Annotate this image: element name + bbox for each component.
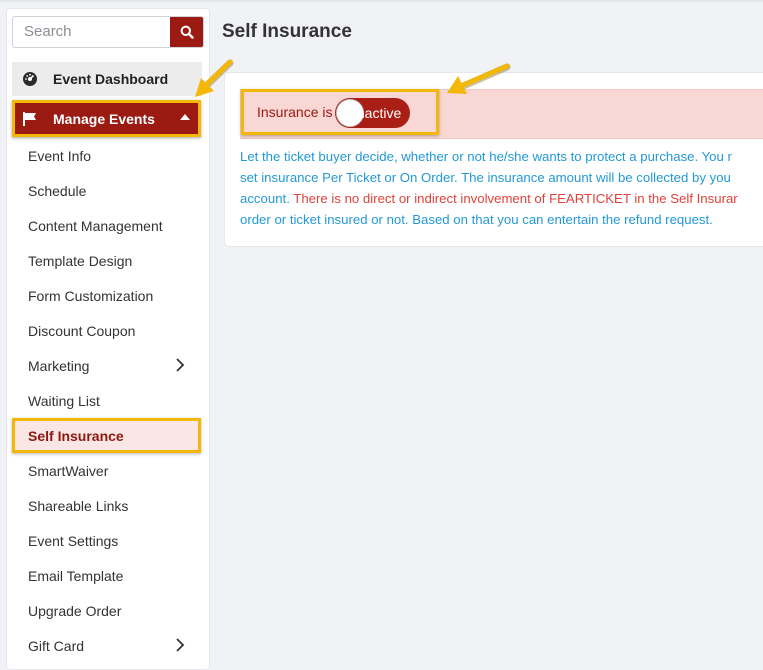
sidebar-item-marketing[interactable]: Marketing [28, 358, 89, 374]
dashboard-gauge-icon [22, 71, 38, 87]
insurance-toggle[interactable]: Inactive [335, 98, 410, 128]
flag-icon [22, 111, 38, 127]
sidebar-item-template-design[interactable]: Template Design [28, 253, 132, 269]
page-title: Self Insurance [222, 21, 352, 42]
sidebar-item-form-customization[interactable]: Form Customization [28, 288, 153, 304]
search-input[interactable] [13, 17, 174, 45]
sidebar-item-email-template[interactable]: Email Template [28, 568, 123, 584]
sidebar-item-content-management[interactable]: Content Management [28, 218, 163, 234]
sidebar-item-smartwaiver[interactable]: SmartWaiver [28, 463, 108, 479]
sidebar-item-schedule[interactable]: Schedule [28, 183, 86, 199]
insurance-status-label: Insurance is [257, 104, 333, 120]
chevron-right-icon[interactable] [175, 358, 185, 372]
toggle-state-text: Inactive [353, 105, 402, 121]
arrow-annotation-icon [195, 59, 234, 97]
sidebar-item-gift-card[interactable]: Gift Card [28, 638, 84, 654]
description-line: account. There is no direct or indirect … [240, 188, 763, 209]
sidebar-item-upgrade-order[interactable]: Upgrade Order [28, 603, 121, 619]
sidebar-item-label: Self Insurance [28, 428, 124, 444]
sidebar-item-event-settings[interactable]: Event Settings [28, 533, 118, 549]
sidebar-item-discount-coupon[interactable]: Discount Coupon [28, 323, 135, 339]
sidebar-item-self-insurance[interactable]: Self Insurance [12, 418, 201, 453]
sidebar-item-label: Event Dashboard [53, 71, 169, 87]
disclaimer-text: There is no direct or indirect involveme… [293, 191, 738, 206]
top-divider [0, 0, 763, 2]
search-icon [180, 25, 194, 39]
chevron-right-icon[interactable] [175, 638, 185, 652]
insurance-description: Let the ticket buyer decide, whether or … [240, 146, 763, 234]
sidebar-item-event-dashboard[interactable]: Event Dashboard [12, 62, 202, 96]
description-line: order or ticket insured or not. Based on… [240, 212, 713, 227]
sidebar-item-manage-events[interactable]: Manage Events [12, 100, 201, 137]
sidebar-item-event-info[interactable]: Event Info [28, 148, 91, 164]
search-button[interactable] [170, 17, 203, 47]
sidebar-item-label: Manage Events [53, 110, 155, 127]
caret-up-icon [180, 114, 190, 120]
description-line: set insurance Per Ticket or On Order. Th… [240, 170, 731, 185]
sidebar-item-shareable-links[interactable]: Shareable Links [28, 498, 128, 514]
arrow-annotation-icon [447, 63, 511, 94]
sidebar-item-waiting-list[interactable]: Waiting List [28, 393, 100, 409]
description-line: Let the ticket buyer decide, whether or … [240, 149, 732, 164]
search-box [12, 16, 204, 48]
description-text: account. [240, 191, 294, 206]
